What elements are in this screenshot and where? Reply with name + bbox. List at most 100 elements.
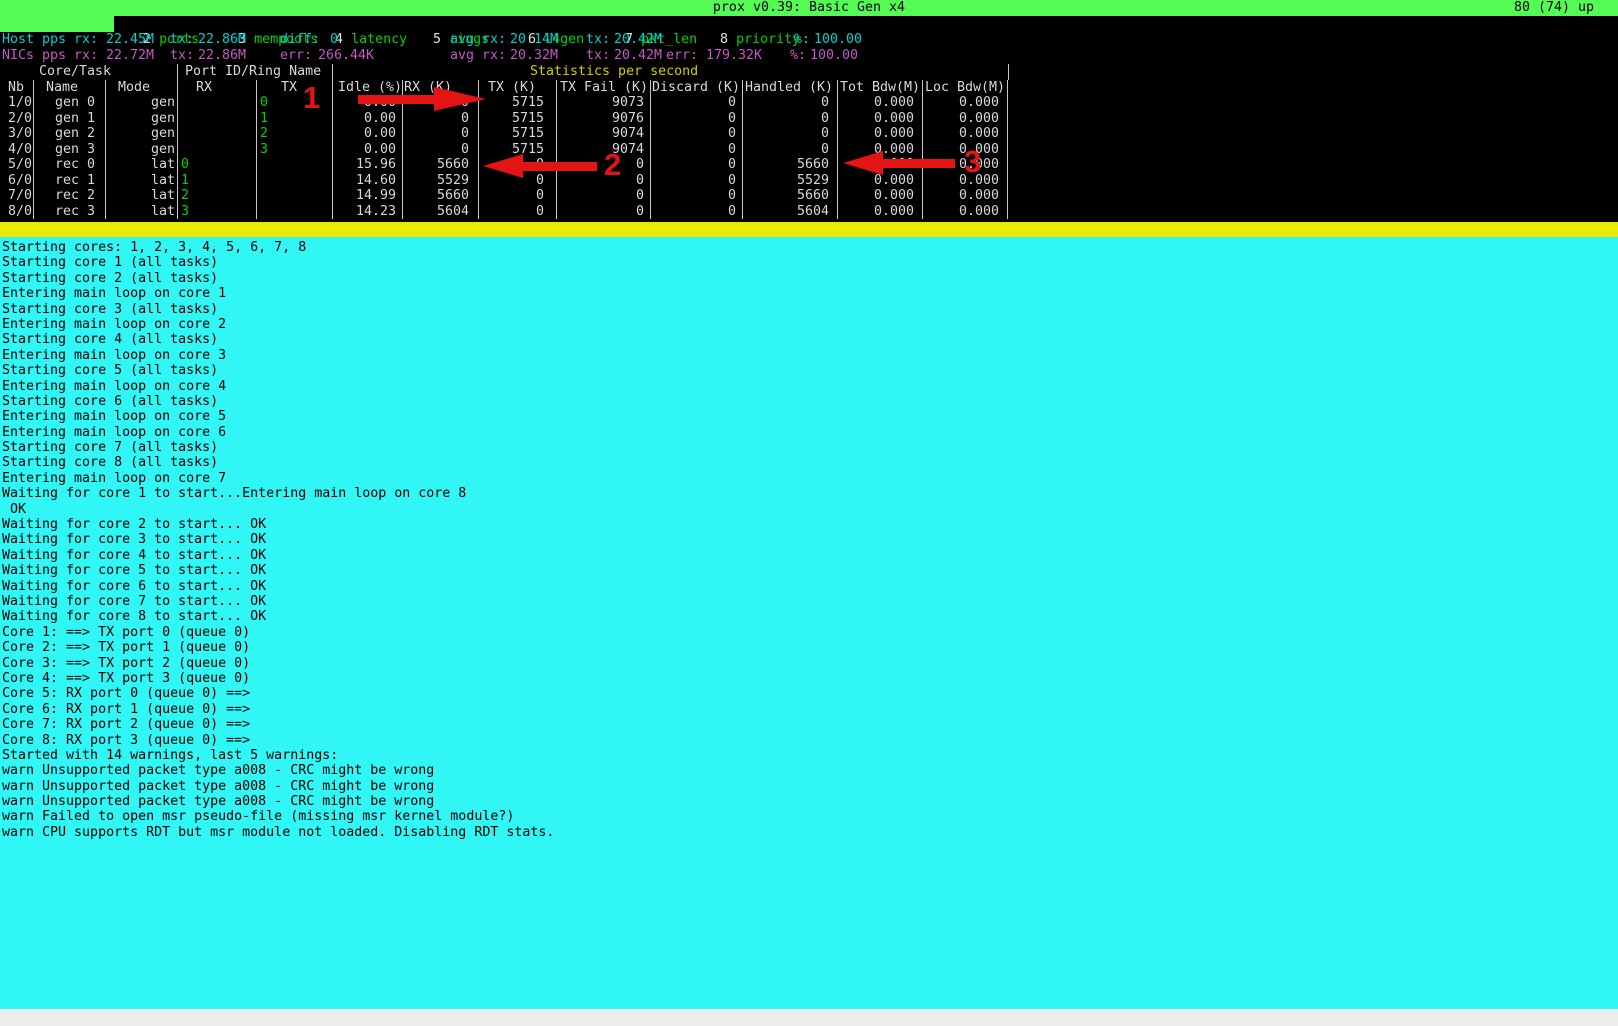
log-line: Core 3: ==> TX port 2 (queue 0) bbox=[2, 656, 1618, 671]
cell-discard: 0 bbox=[651, 95, 743, 111]
cell-tx-port bbox=[257, 173, 333, 189]
table-row: 8/0 rec 3 lat 3 14.23 5604 0 0 0 5604 0.… bbox=[0, 204, 1009, 220]
log-line: Entering main loop on core 2 bbox=[2, 317, 1618, 332]
log-line: Core 4: ==> TX port 3 (queue 0) bbox=[2, 671, 1618, 686]
cell-handled: 5660 bbox=[743, 188, 838, 204]
cell-mode: lat bbox=[106, 173, 178, 189]
nics-avg-tx-value: 20.42M bbox=[614, 48, 662, 64]
cell-rx-port bbox=[178, 95, 257, 111]
separator-bar bbox=[0, 222, 1618, 237]
cell-discard: 0 bbox=[651, 126, 743, 142]
cell-tx-fail: 0 bbox=[557, 204, 651, 220]
log-line: Started with 14 warnings, last 5 warning… bbox=[2, 748, 1618, 763]
log-line: Entering main loop on core 4 bbox=[2, 379, 1618, 394]
cell-mode: gen bbox=[106, 95, 178, 111]
cell-mode: gen bbox=[106, 142, 178, 158]
cell-rx-port bbox=[178, 126, 257, 142]
tab-ports[interactable]: 2ports bbox=[95, 16, 199, 32]
nics-rx-value: 22.72M bbox=[106, 48, 154, 64]
log-line: Waiting for core 5 to start... OK bbox=[2, 563, 1618, 578]
cell-rx-port: 0 bbox=[178, 157, 257, 173]
host-rx-value: 22.45M bbox=[106, 32, 154, 48]
cell-core-task: 3/0 bbox=[0, 126, 34, 142]
cell-tx-port: 3 bbox=[257, 142, 333, 158]
cell-rx-k: 0 bbox=[403, 111, 479, 127]
nics-avg-rx-label: avg rx: bbox=[450, 48, 506, 64]
host-avg-tx-value: 20.42M bbox=[614, 32, 662, 48]
cell-rx-port bbox=[178, 142, 257, 158]
cell-name: gen 1 bbox=[34, 111, 106, 127]
log-line: OK bbox=[2, 502, 1618, 517]
app-title: prox v0.39: Basic Gen x4 bbox=[713, 0, 905, 15]
cell-tx-fail: 9076 bbox=[557, 111, 651, 127]
tab-l4gen[interactable]: 6l4gen bbox=[480, 16, 584, 32]
uptime-counter: 80 (74) up bbox=[1514, 0, 1594, 16]
host-avg-tx-label: tx: bbox=[586, 32, 610, 48]
log-area: Starting cores: 1, 2, 3, 4, 5, 6, 7, 8 S… bbox=[0, 237, 1618, 1009]
log-line: Entering main loop on core 5 bbox=[2, 409, 1618, 424]
col-header-tx-k: TX (K) bbox=[479, 80, 557, 96]
log-line: Starting core 6 (all tasks) bbox=[2, 394, 1618, 409]
host-pct-value: 100.00 bbox=[814, 32, 862, 48]
log-line: Core 6: RX port 1 (queue 0) ==> bbox=[2, 702, 1618, 717]
prox-terminal: prox v0.39: Basic Gen x4 80 (74) up 1tas… bbox=[0, 0, 1618, 1026]
log-line: warn CPU supports RDT but msr module not… bbox=[2, 825, 1618, 840]
arrow-head-icon bbox=[483, 154, 523, 178]
cell-tot-bdw: 0.000 bbox=[838, 111, 923, 127]
table-row: 7/0 rec 2 lat 2 14.99 5660 0 0 0 5660 0.… bbox=[0, 188, 1009, 204]
host-pps-line: Host pps rx: 22.45M tx: 22.86M diff: 0 a… bbox=[0, 32, 1618, 48]
cell-idle: 0.00 bbox=[333, 111, 403, 127]
nics-rx-label: rx: bbox=[74, 48, 98, 64]
cell-tx-port bbox=[257, 204, 333, 220]
cell-core-task: 4/0 bbox=[0, 142, 34, 158]
cell-discard: 0 bbox=[651, 173, 743, 189]
cell-name: gen 2 bbox=[34, 126, 106, 142]
table-row: 2/0 gen 1 gen 1 0.00 0 5715 9076 0 0 0.0… bbox=[0, 111, 1009, 127]
col-header-idle: Idle (%) bbox=[333, 80, 403, 96]
log-line: Waiting for core 6 to start... OK bbox=[2, 579, 1618, 594]
cell-discard: 0 bbox=[651, 188, 743, 204]
cell-mode: lat bbox=[106, 157, 178, 173]
annotation-label-2: 2 bbox=[604, 149, 621, 180]
host-avg-rx-value: 20.14M bbox=[510, 32, 558, 48]
cell-tx-port: 2 bbox=[257, 126, 333, 142]
cell-name: gen 0 bbox=[34, 95, 106, 111]
cell-handled: 0 bbox=[743, 126, 838, 142]
cell-rx-k: 5604 bbox=[403, 204, 479, 220]
col-header-discard: Discard (K) bbox=[651, 80, 743, 96]
log-line: Waiting for core 2 to start... OK bbox=[2, 517, 1618, 532]
annotation-label-3: 3 bbox=[964, 146, 981, 177]
nics-avg-err-value: 179.32K bbox=[706, 48, 762, 64]
cell-mode: gen bbox=[106, 111, 178, 127]
tab-priority[interactable]: 8priority bbox=[672, 16, 800, 32]
arrow-head-icon bbox=[434, 87, 486, 111]
host-tx-value: 22.86M bbox=[198, 32, 246, 48]
cell-discard: 0 bbox=[651, 157, 743, 173]
cell-tot-bdw: 0.000 bbox=[838, 188, 923, 204]
log-line: Core 2: ==> TX port 1 (queue 0) bbox=[2, 640, 1618, 655]
log-lines: Starting cores: 1, 2, 3, 4, 5, 6, 7, 8 S… bbox=[2, 240, 1618, 840]
col-header-handled: Handled (K) bbox=[743, 80, 838, 96]
cell-loc-bdw: 0.000 bbox=[923, 204, 1008, 220]
cell-loc-bdw: 0.000 bbox=[923, 126, 1008, 142]
group-header-port-ring: Port ID/Ring Name bbox=[178, 64, 333, 80]
cell-handled: 5529 bbox=[743, 173, 838, 189]
nics-err-value: 266.44K bbox=[318, 48, 374, 64]
log-line: Waiting for core 4 to start... OK bbox=[2, 548, 1618, 563]
cell-rx-port: 1 bbox=[178, 173, 257, 189]
cell-tx-port: 0 bbox=[257, 95, 333, 111]
log-line: Starting core 4 (all tasks) bbox=[2, 332, 1618, 347]
table-group-header: Core/Task Port ID/Ring Name Statistics p… bbox=[0, 64, 1009, 80]
log-line: Waiting for core 3 to start... OK bbox=[2, 532, 1618, 547]
log-line: warn Unsupported packet type a008 - CRC … bbox=[2, 763, 1618, 778]
cell-loc-bdw: 0.000 bbox=[923, 188, 1008, 204]
tab-rings[interactable]: 5rings bbox=[385, 16, 489, 32]
nics-pct-value: 100.00 bbox=[810, 48, 858, 64]
cell-tot-bdw: 0.000 bbox=[838, 204, 923, 220]
col-header-tot-bdw: Tot Bdw(M) bbox=[838, 80, 923, 96]
log-line: Waiting for core 7 to start... OK bbox=[2, 594, 1618, 609]
col-header-loc-bdw: Loc Bdw(M) bbox=[923, 80, 1008, 96]
nics-avg-tx-label: tx: bbox=[586, 48, 610, 64]
cell-core-task: 1/0 bbox=[0, 95, 34, 111]
cell-tx-k: 5715 bbox=[479, 95, 557, 111]
